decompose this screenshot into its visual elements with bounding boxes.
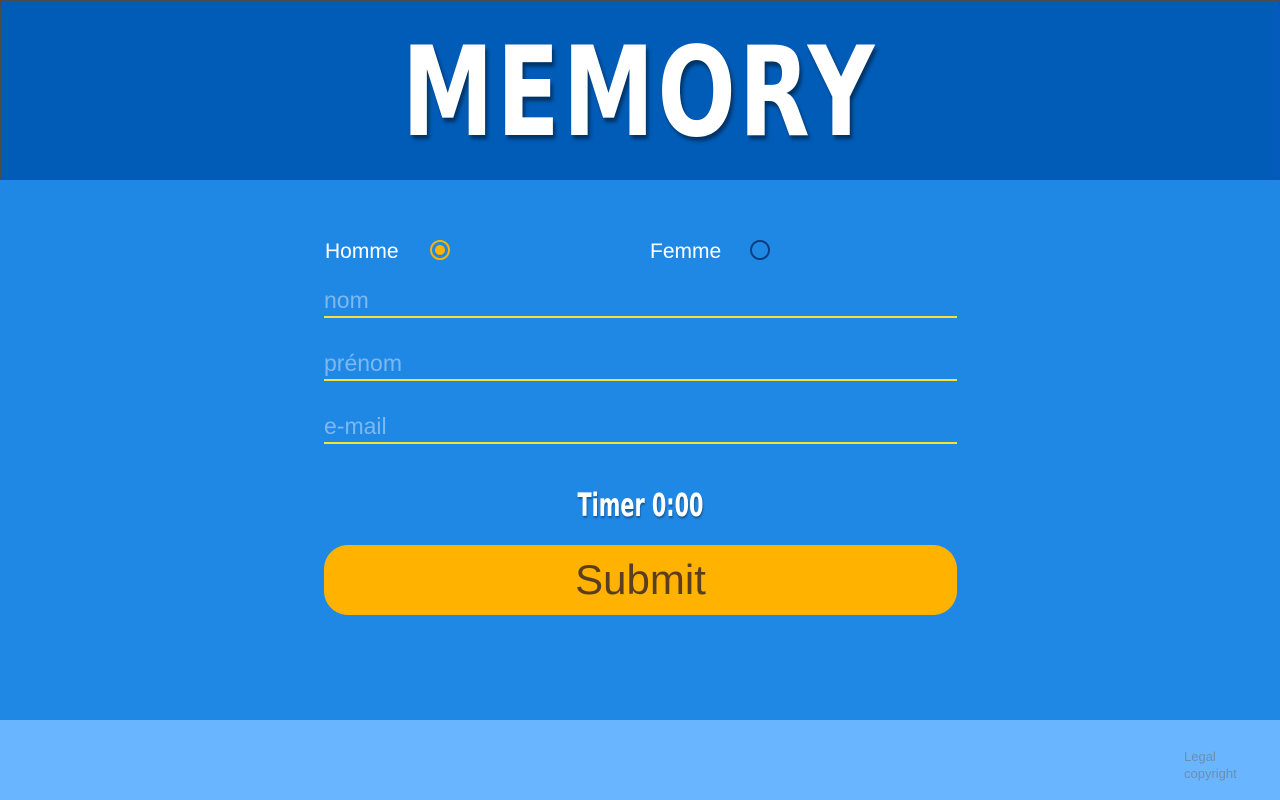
gender-female-radio[interactable] [750,240,770,260]
legal-link[interactable]: Legal [1184,748,1237,765]
gender-female-label: Femme [650,240,722,263]
gender-male-label: Homme [325,240,399,263]
gender-male-radio[interactable] [430,240,450,260]
email-field-wrapper [324,381,957,444]
first-name-input[interactable] [324,347,957,381]
first-name-field-wrapper [324,318,957,381]
app-header: memory [0,0,1280,180]
copyright-link[interactable]: copyright [1184,765,1237,782]
page-footer: Legal copyright [0,720,1280,800]
main-content: Homme Femme Timer 0:00 Submit [0,180,1280,720]
last-name-input[interactable] [324,284,957,318]
footer-links: Legal copyright [1184,748,1237,782]
registration-form: Homme Femme Timer 0:00 Submit [324,228,957,615]
last-name-field-wrapper [324,274,957,318]
submit-button[interactable]: Submit [324,545,957,615]
email-input[interactable] [324,410,957,444]
timer-display: Timer 0:00 [577,486,704,524]
memory-logo: memory [402,19,878,165]
gender-selector: Homme Femme [324,228,957,274]
